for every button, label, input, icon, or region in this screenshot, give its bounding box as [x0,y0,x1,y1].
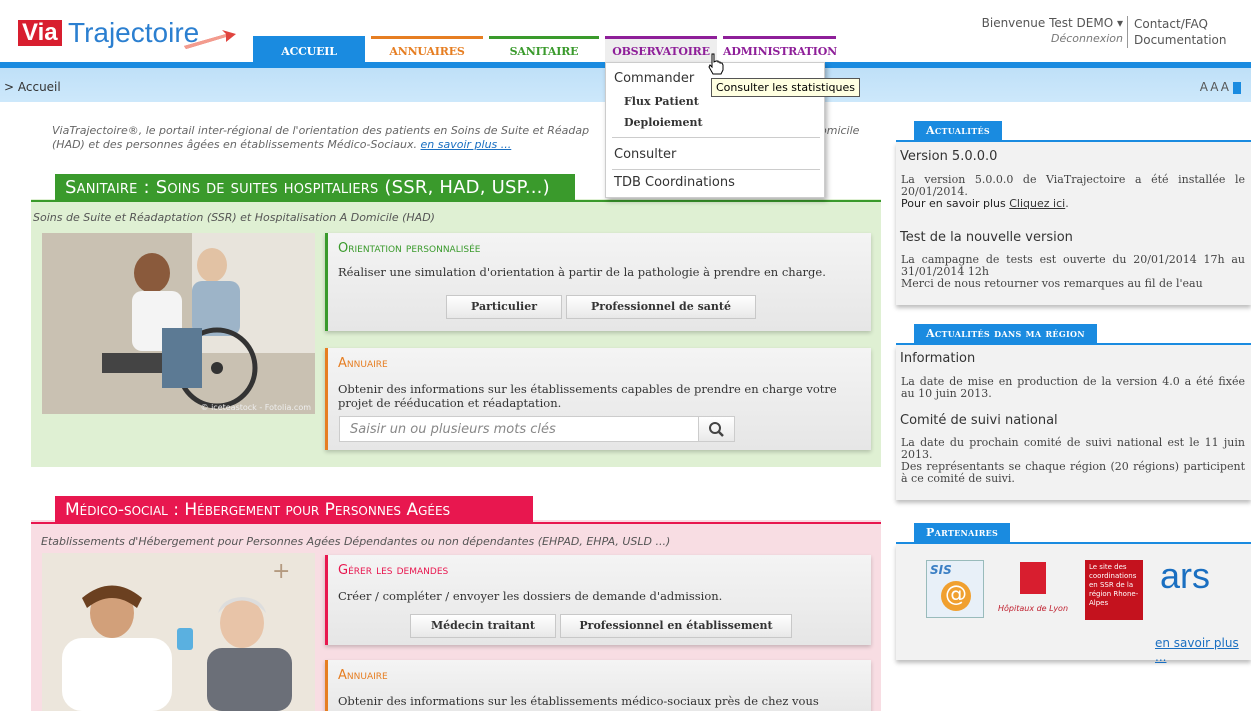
intro-more-link[interactable]: en savoir plus ... [421,138,512,151]
orientation-title: Orientation personnalisée [338,241,481,256]
region-news-desc-text: La date du prochain comité de suivi nati… [901,436,1245,461]
menu-item-consulter[interactable]: Consulter [614,147,676,162]
professionnel-etablissement-button[interactable]: Professionnel en établissement [560,614,792,638]
intro-tail: omicile [820,124,860,137]
menu-divider [612,169,820,170]
news-more-link[interactable]: Cliquez ici [1009,197,1065,210]
orientation-card: Orientation personnalisée Réaliser une s… [325,233,871,331]
tab-accueil[interactable]: ACCUEIL [253,36,365,62]
intro-line1: ViaTrajectoire®, le portail inter-région… [52,124,590,137]
welcome-text: Bienvenue Test DEMO [981,16,1114,30]
ssr-coordination-logo[interactable]: Le site des coordinations en SSR de la r… [1085,560,1143,620]
breadcrumb[interactable]: > Accueil [4,80,61,94]
font-size-indicator [1233,81,1241,94]
tab-administration[interactable]: ADMINISTRATION [723,36,837,62]
intro-line2: (HAD) et des personnes âgées en établiss… [52,138,418,151]
sanitaire-title: Sanitaire : Soins de suites hospitaliers… [55,174,575,202]
logout-link[interactable]: Déconnexion [982,32,1123,45]
font-size-label[interactable]: AAA [1200,80,1231,94]
sis-logo[interactable]: SIS @ [926,560,984,618]
news-more-text: Pour en savoir plus [901,197,1006,210]
orientation-desc: Réaliser une simulation d'orientation à … [338,265,826,279]
gerer-desc: Créer / compléter / envoyer les dossiers… [338,589,723,603]
region-news-title[interactable]: Information [900,351,975,366]
logo-box: Via [18,20,62,46]
menu-divider [612,137,820,138]
search-box [339,416,735,442]
svg-text:+: + [272,559,290,584]
hand-cursor-icon [708,53,724,75]
top-links: Contact/FAQ Documentation [1127,16,1227,48]
medecin-traitant-button[interactable]: Médecin traitant [410,614,556,638]
actualites-heading: Actualités [914,121,1002,141]
annuaire-medico-title: Annuaire [338,668,388,683]
annuaire-medico-desc: Obtenir des informations sur les établis… [338,694,819,708]
tab-observatoire[interactable]: OBSERVATOIRE [605,36,717,62]
sis-logo-text: SIS [930,563,952,577]
region-news-desc-text-2: Des représentants se chaque région (20 r… [901,460,1245,485]
medico-subtitle: Etablissements d'Hébergement pour Person… [41,535,671,548]
news-desc-text: La campagne de tests est ouverte du 20/0… [901,253,1245,278]
tab-annuaires[interactable]: ANNUAIRES [371,36,483,62]
contact-link[interactable]: Contact/FAQ [1134,16,1227,32]
hcl-icon [1020,562,1046,594]
particulier-button[interactable]: Particulier [446,295,562,319]
region-heading: Actualités dans ma région [914,324,1097,344]
tooltip: Consulter les statistiques [711,78,860,97]
news-desc: La version 5.0.0.0 de ViaTrajectoire a é… [901,173,1245,210]
news-title[interactable]: Test de la nouvelle version [900,230,1073,245]
menu-item-deploiement[interactable]: Deploiement [624,116,703,129]
gerer-title: Gérer les demandes [338,563,449,578]
news-desc: La campagne de tests est ouverte du 20/0… [901,254,1245,290]
photo-credit: © iceteastock - Fotolia.com [200,403,311,412]
search-button[interactable] [698,417,734,441]
ssr-logo-text: Le site des coordinations en SSR de la r… [1089,563,1139,607]
news-desc-text: La version 5.0.0.0 de ViaTrajectoire a é… [901,173,1245,198]
professionnel-sante-button[interactable]: Professionnel de santé [566,295,756,319]
at-icon: @ [941,581,971,611]
hcl-logo-text: Hôpitaux de Lyon [998,604,1069,613]
annuaire-desc: Obtenir des informations sur les établis… [338,382,837,410]
news-title[interactable]: Version 5.0.0.0 [900,149,997,164]
menu-item-flux-patient[interactable]: Flux Patient [624,95,699,108]
ars-logo-text: ars [1160,555,1211,596]
gerer-demandes-card: Gérer les demandes Créer / compléter / e… [325,555,871,645]
viatrajectoire-logo[interactable]: Via Trajectoire [6,16,236,50]
chevron-down-icon[interactable]: ▾ [1117,16,1123,30]
region-news-title[interactable]: Comité de suivi national [900,413,1058,428]
ehpad-photo-illustration: + [42,553,315,711]
hcl-logo[interactable]: Hôpitaux de Lyon [998,560,1070,620]
region-news-desc: La date du prochain comité de suivi nati… [901,437,1245,485]
intro-text: ViaTrajectoire®, le portail inter-région… [52,124,612,152]
partenaires-more-link[interactable]: en savoir plus ... [1155,636,1251,664]
sanitaire-subtitle: Soins de Suite et Réadaptation (SSR) et … [33,211,435,224]
annuaire-medico-card: Annuaire Obtenir des informations sur le… [325,660,871,711]
tab-sanitaire[interactable]: SANITAIRE [489,36,599,62]
menu-item-commander[interactable]: Commander [614,71,694,86]
menu-item-tdb-coordinations[interactable]: TDB Coordinations [614,175,735,190]
ssr-photo: © iceteastock - Fotolia.com [42,233,315,414]
search-icon [709,422,724,437]
logo-text: Trajectoire [68,17,200,48]
partenaires-heading: Partenaires [914,523,1011,543]
font-size-control[interactable]: AAA [1200,80,1241,94]
documentation-link[interactable]: Documentation [1134,32,1227,48]
search-input[interactable] [340,417,700,441]
ssr-photo-illustration [42,233,315,414]
region-news-desc: La date de mise en production de la vers… [901,375,1245,400]
news-desc-text-2: Merci de nous retourner vos remarques au… [901,277,1203,290]
annuaire-title: Annuaire [338,356,388,371]
user-menu[interactable]: Bienvenue Test DEMO ▾ Déconnexion [982,16,1123,45]
logo-arrow-icon [184,30,236,49]
medico-title: Médico-social : Hébergement pour Personn… [55,496,533,524]
ehpad-photo: + [42,553,315,711]
ars-logo[interactable]: ars [1160,556,1220,604]
